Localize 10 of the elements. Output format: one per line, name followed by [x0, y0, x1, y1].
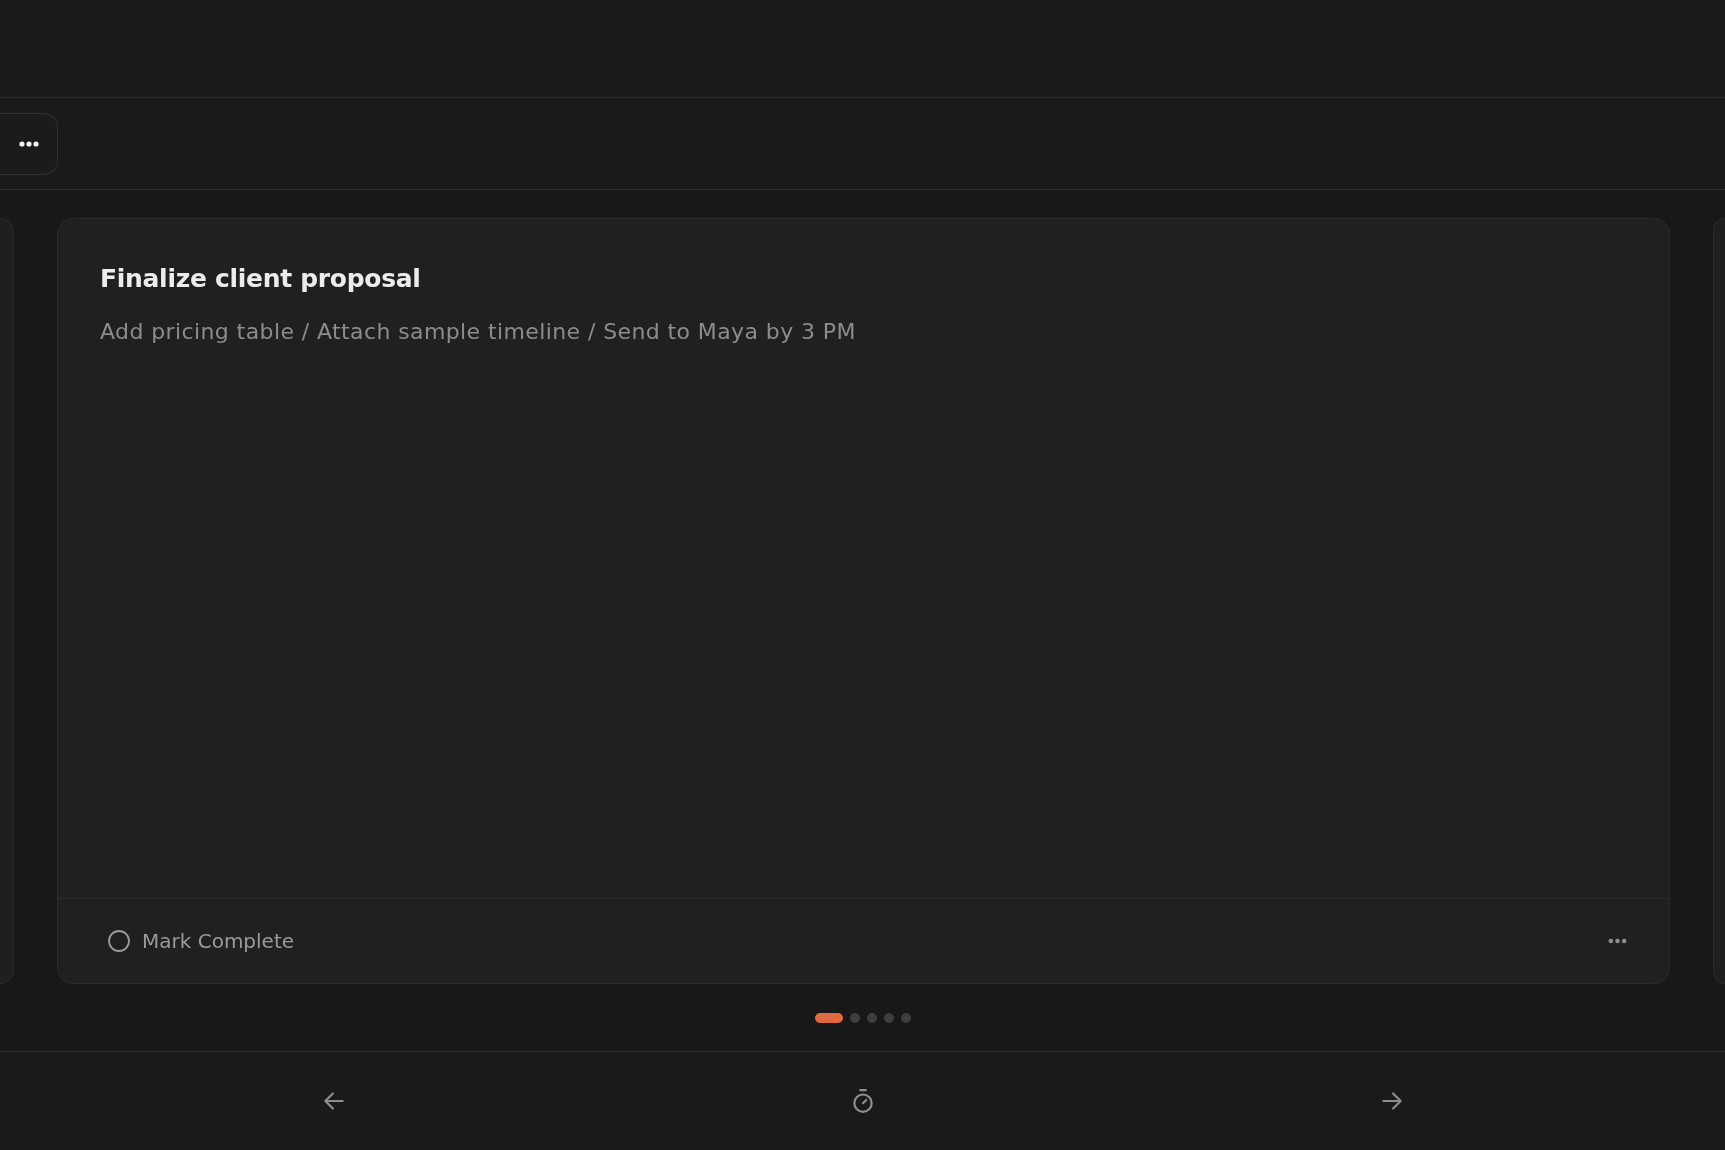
page-dot[interactable]: [900, 1012, 911, 1023]
card-title: Finalize client proposal: [100, 263, 422, 295]
mark-complete-button[interactable]: Mark Complete: [100, 923, 303, 959]
page-dot[interactable]: [866, 1012, 877, 1023]
page-dot[interactable]: [849, 1012, 860, 1023]
ellipsis-icon: [1608, 938, 1627, 944]
card-subtitle: Add pricing table / Attach sample timeline / Send to Maya by 3 PM: [100, 318, 857, 346]
ellipsis-icon: [18, 140, 39, 147]
page-dot[interactable]: [883, 1012, 894, 1023]
stopwatch-icon: [850, 1088, 876, 1114]
